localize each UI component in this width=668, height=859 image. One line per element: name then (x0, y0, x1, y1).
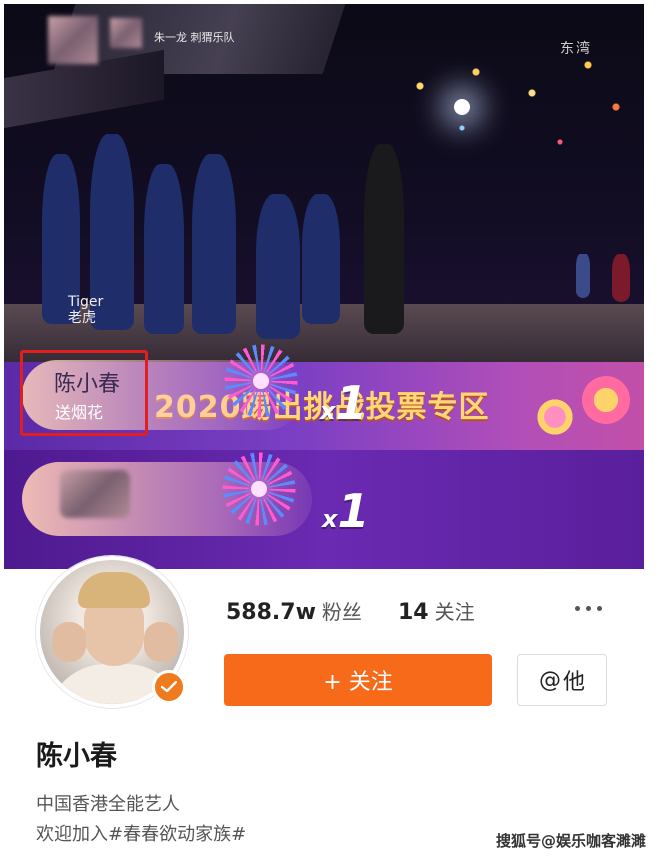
gift-count: x1 (322, 484, 370, 538)
gift-count: x1 (320, 376, 368, 430)
blurred-sender (60, 470, 130, 518)
verified-badge-icon (152, 670, 186, 704)
stage-lights (364, 44, 644, 184)
dancer (192, 154, 236, 334)
profile-bio-topic[interactable]: 欢迎加入#春春欲动家族# (36, 820, 246, 846)
more-icon[interactable] (568, 596, 608, 620)
highlight-box (20, 350, 148, 436)
followers-label: 粉丝 (321, 600, 362, 624)
channel-logo: 东湾 (560, 41, 592, 57)
following-count: 14 (398, 600, 429, 625)
dancer (364, 144, 404, 334)
banner-decoration (536, 398, 574, 436)
dancer (144, 164, 184, 334)
host (576, 254, 590, 298)
performer-label-cn: 老虎 (68, 310, 96, 326)
firework-icon (251, 481, 267, 497)
dancer (302, 194, 340, 324)
profile-name: 陈小春 (36, 741, 117, 772)
performer-label-en: Tiger (68, 294, 104, 310)
firework-icon (253, 373, 269, 389)
blurred-logo (48, 16, 98, 64)
video-top-caption: 朱一龙 刺猬乐队 (154, 31, 235, 44)
followers-count: 588.7w (226, 600, 316, 625)
mention-label: 他 (562, 670, 585, 695)
performer-label: Tiger 老虎 (68, 294, 103, 326)
follow-button[interactable]: + 关注 (224, 654, 492, 706)
spotlight (454, 99, 470, 115)
blurred-logo (110, 18, 142, 48)
following-stat[interactable]: 14 关注 (398, 596, 475, 625)
dancer (256, 194, 300, 339)
profile-bio: 中国香港全能艺人 (36, 794, 180, 815)
host (612, 254, 630, 302)
at-icon: @ (538, 667, 561, 693)
banner-decoration (578, 372, 634, 428)
watermark: 搜狐号@娱乐咖客濉濉 (496, 832, 647, 850)
followers-stat[interactable]: 588.7w 粉丝 (226, 596, 362, 625)
mention-button[interactable]: @ 他 (517, 654, 607, 706)
following-label: 关注 (434, 600, 475, 624)
